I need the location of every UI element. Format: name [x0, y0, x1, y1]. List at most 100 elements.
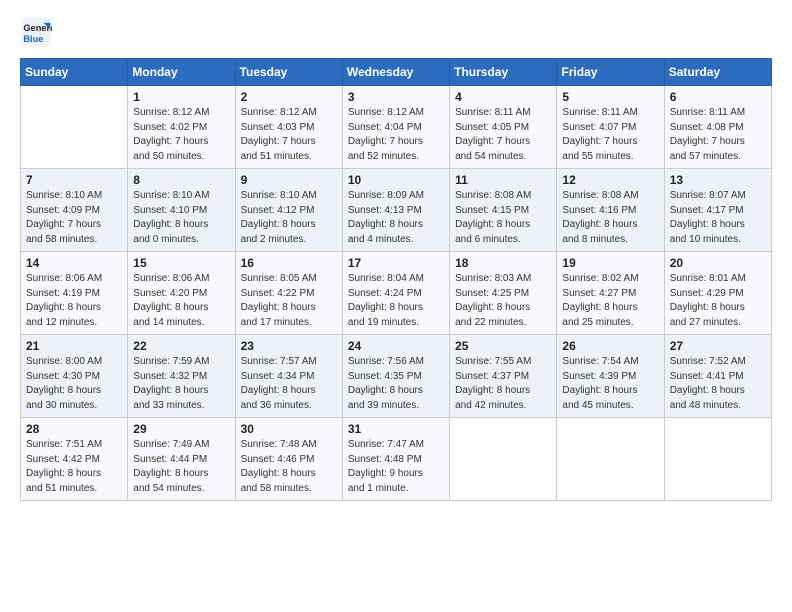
day-info: Sunrise: 8:12 AM Sunset: 4:04 PM Dayligh… — [348, 106, 444, 164]
calendar-cell: 25 Sunrise: 7:55 AM Sunset: 4:37 PM Dayli… — [450, 335, 557, 418]
day-number: 11 — [455, 173, 551, 187]
calendar-table: SundayMondayTuesdayWednesdayThursdayFrid… — [20, 58, 772, 501]
calendar-cell: 29 Sunrise: 7:49 AM Sunset: 4:44 PM Dayli… — [128, 418, 235, 501]
day-info: Sunrise: 7:48 AM Sunset: 4:46 PM Dayligh… — [241, 438, 337, 496]
logo-icon: General Blue — [20, 16, 52, 48]
day-number: 30 — [241, 422, 337, 436]
calendar-cell: 30 Sunrise: 7:48 AM Sunset: 4:46 PM Dayli… — [235, 418, 342, 501]
day-info: Sunrise: 8:10 AM Sunset: 4:09 PM Dayligh… — [26, 189, 122, 247]
calendar-cell: 1 Sunrise: 8:12 AM Sunset: 4:02 PM Daylig… — [128, 86, 235, 169]
calendar-cell: 28 Sunrise: 7:51 AM Sunset: 4:42 PM Dayli… — [21, 418, 128, 501]
calendar-cell: 27 Sunrise: 7:52 AM Sunset: 4:41 PM Dayli… — [664, 335, 771, 418]
calendar-cell: 9 Sunrise: 8:10 AM Sunset: 4:12 PM Daylig… — [235, 169, 342, 252]
calendar-cell — [21, 86, 128, 169]
col-header-thursday: Thursday — [450, 59, 557, 86]
calendar-cell: 14Sunrise: 8:06 AM Sunset: 4:19 PM Dayli… — [21, 252, 128, 335]
col-header-monday: Monday — [128, 59, 235, 86]
calendar-cell: 2 Sunrise: 8:12 AM Sunset: 4:03 PM Daylig… — [235, 86, 342, 169]
day-number: 15 — [133, 256, 229, 270]
calendar-cell: 23Sunrise: 7:57 AM Sunset: 4:34 PM Dayli… — [235, 335, 342, 418]
day-info: Sunrise: 8:11 AM Sunset: 4:05 PM Dayligh… — [455, 106, 551, 164]
day-info: Sunrise: 8:05 AM Sunset: 4:22 PM Dayligh… — [241, 272, 337, 330]
calendar-cell: 22Sunrise: 7:59 AM Sunset: 4:32 PM Dayli… — [128, 335, 235, 418]
day-info: Sunrise: 8:12 AM Sunset: 4:02 PM Dayligh… — [133, 106, 229, 164]
day-info: Sunrise: 8:01 AM Sunset: 4:29 PM Dayligh… — [670, 272, 766, 330]
day-info: Sunrise: 7:52 AM Sunset: 4:41 PM Dayligh… — [670, 355, 766, 413]
day-number: 26 — [562, 339, 658, 353]
day-info: Sunrise: 8:10 AM Sunset: 4:12 PM Dayligh… — [241, 189, 337, 247]
day-number: 19 — [562, 256, 658, 270]
calendar-cell — [557, 418, 664, 501]
week-row-3: 14Sunrise: 8:06 AM Sunset: 4:19 PM Dayli… — [21, 252, 772, 335]
calendar-cell: 20Sunrise: 8:01 AM Sunset: 4:29 PM Dayli… — [664, 252, 771, 335]
day-number: 31 — [348, 422, 444, 436]
day-info: Sunrise: 8:02 AM Sunset: 4:27 PM Dayligh… — [562, 272, 658, 330]
calendar-cell: 15Sunrise: 8:06 AM Sunset: 4:20 PM Dayli… — [128, 252, 235, 335]
day-info: Sunrise: 8:11 AM Sunset: 4:07 PM Dayligh… — [562, 106, 658, 164]
day-number: 12 — [562, 173, 658, 187]
day-info: Sunrise: 8:12 AM Sunset: 4:03 PM Dayligh… — [241, 106, 337, 164]
week-row-1: 1 Sunrise: 8:12 AM Sunset: 4:02 PM Daylig… — [21, 86, 772, 169]
day-info: Sunrise: 8:07 AM Sunset: 4:17 PM Dayligh… — [670, 189, 766, 247]
day-number: 23 — [241, 339, 337, 353]
calendar-cell — [450, 418, 557, 501]
calendar-cell: 4 Sunrise: 8:11 AM Sunset: 4:05 PM Daylig… — [450, 86, 557, 169]
day-info: Sunrise: 7:56 AM Sunset: 4:35 PM Dayligh… — [348, 355, 444, 413]
calendar-cell: 21Sunrise: 8:00 AM Sunset: 4:30 PM Dayli… — [21, 335, 128, 418]
calendar-cell: 31 Sunrise: 7:47 AM Sunset: 4:48 PM Dayli… — [342, 418, 449, 501]
day-number: 2 — [241, 90, 337, 104]
calendar-cell: 5 Sunrise: 8:11 AM Sunset: 4:07 PM Daylig… — [557, 86, 664, 169]
calendar-cell: 16 Sunrise: 8:05 AM Sunset: 4:22 PM Dayli… — [235, 252, 342, 335]
day-number: 7 — [26, 173, 122, 187]
day-number: 3 — [348, 90, 444, 104]
day-info: Sunrise: 8:08 AM Sunset: 4:16 PM Dayligh… — [562, 189, 658, 247]
day-info: Sunrise: 8:08 AM Sunset: 4:15 PM Dayligh… — [455, 189, 551, 247]
day-number: 5 — [562, 90, 658, 104]
day-number: 8 — [133, 173, 229, 187]
day-number: 25 — [455, 339, 551, 353]
day-number: 10 — [348, 173, 444, 187]
day-number: 27 — [670, 339, 766, 353]
day-info: Sunrise: 7:49 AM Sunset: 4:44 PM Dayligh… — [133, 438, 229, 496]
day-number: 18 — [455, 256, 551, 270]
day-number: 9 — [241, 173, 337, 187]
svg-text:Blue: Blue — [23, 34, 43, 44]
day-info: Sunrise: 7:55 AM Sunset: 4:37 PM Dayligh… — [455, 355, 551, 413]
calendar-cell: 8Sunrise: 8:10 AM Sunset: 4:10 PM Daylig… — [128, 169, 235, 252]
page: General Blue SundayMondayTuesdayWednesda… — [0, 0, 792, 612]
day-info: Sunrise: 8:04 AM Sunset: 4:24 PM Dayligh… — [348, 272, 444, 330]
calendar-cell: 3 Sunrise: 8:12 AM Sunset: 4:04 PM Daylig… — [342, 86, 449, 169]
calendar-cell: 10 Sunrise: 8:09 AM Sunset: 4:13 PM Dayli… — [342, 169, 449, 252]
day-number: 24 — [348, 339, 444, 353]
col-header-sunday: Sunday — [21, 59, 128, 86]
calendar-cell: 19 Sunrise: 8:02 AM Sunset: 4:27 PM Dayli… — [557, 252, 664, 335]
day-info: Sunrise: 8:00 AM Sunset: 4:30 PM Dayligh… — [26, 355, 122, 413]
day-info: Sunrise: 8:03 AM Sunset: 4:25 PM Dayligh… — [455, 272, 551, 330]
day-number: 4 — [455, 90, 551, 104]
col-header-friday: Friday — [557, 59, 664, 86]
day-info: Sunrise: 7:59 AM Sunset: 4:32 PM Dayligh… — [133, 355, 229, 413]
day-number: 14 — [26, 256, 122, 270]
day-number: 28 — [26, 422, 122, 436]
calendar-cell: 24 Sunrise: 7:56 AM Sunset: 4:35 PM Dayli… — [342, 335, 449, 418]
day-info: Sunrise: 8:09 AM Sunset: 4:13 PM Dayligh… — [348, 189, 444, 247]
day-number: 1 — [133, 90, 229, 104]
week-row-2: 7 Sunrise: 8:10 AM Sunset: 4:09 PM Daylig… — [21, 169, 772, 252]
calendar-cell: 26Sunrise: 7:54 AM Sunset: 4:39 PM Dayli… — [557, 335, 664, 418]
calendar-cell: 11 Sunrise: 8:08 AM Sunset: 4:15 PM Dayli… — [450, 169, 557, 252]
week-row-4: 21Sunrise: 8:00 AM Sunset: 4:30 PM Dayli… — [21, 335, 772, 418]
day-info: Sunrise: 7:47 AM Sunset: 4:48 PM Dayligh… — [348, 438, 444, 496]
header: General Blue — [20, 16, 772, 48]
day-number: 29 — [133, 422, 229, 436]
col-header-saturday: Saturday — [664, 59, 771, 86]
day-info: Sunrise: 7:51 AM Sunset: 4:42 PM Dayligh… — [26, 438, 122, 496]
day-number: 17 — [348, 256, 444, 270]
calendar-cell — [664, 418, 771, 501]
calendar-cell: 18 Sunrise: 8:03 AM Sunset: 4:25 PM Dayli… — [450, 252, 557, 335]
day-number: 6 — [670, 90, 766, 104]
day-number: 13 — [670, 173, 766, 187]
calendar-cell: 6Sunrise: 8:11 AM Sunset: 4:08 PM Daylig… — [664, 86, 771, 169]
day-number: 16 — [241, 256, 337, 270]
calendar-cell: 7 Sunrise: 8:10 AM Sunset: 4:09 PM Daylig… — [21, 169, 128, 252]
week-row-5: 28 Sunrise: 7:51 AM Sunset: 4:42 PM Dayli… — [21, 418, 772, 501]
